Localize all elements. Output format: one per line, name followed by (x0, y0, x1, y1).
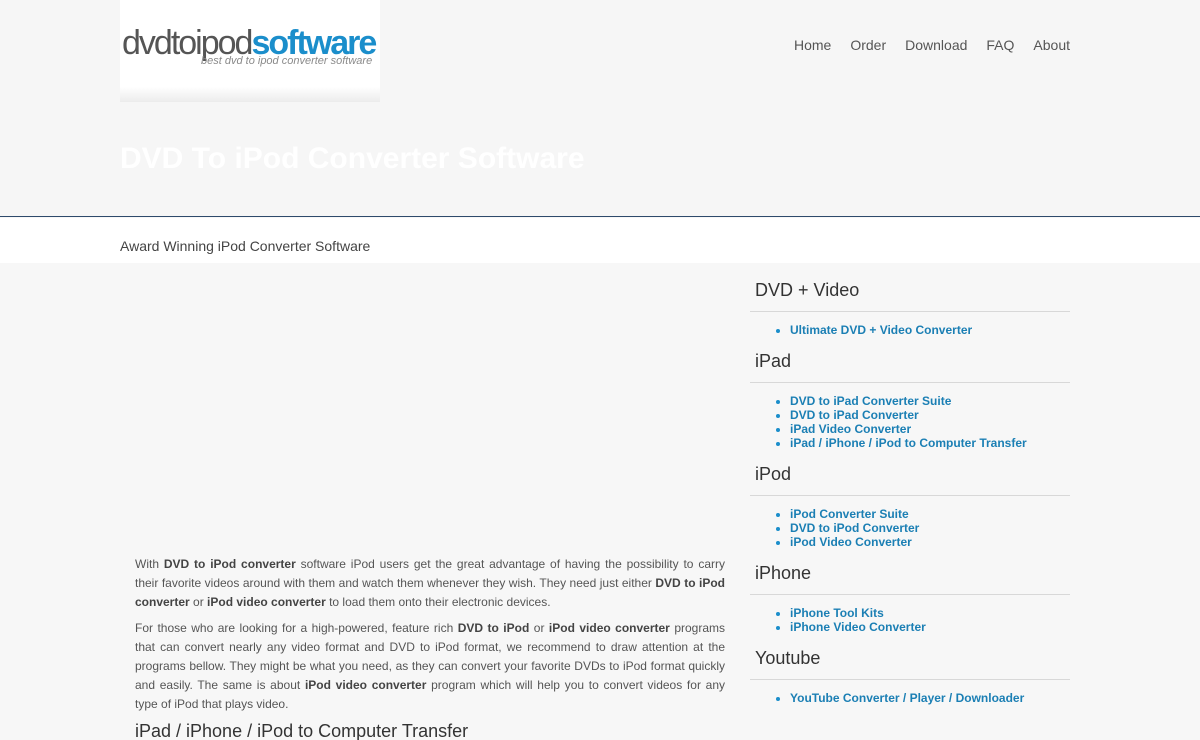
sidebar-list-item: YouTube Converter / Player / Downloader (790, 691, 1070, 705)
sidebar-list-item: Ultimate DVD + Video Converter (790, 323, 1070, 337)
intro-paragraph-2: For those who are looking for a high-pow… (135, 619, 725, 714)
sidebar-link-list: YouTube Converter / Player / Downloader (750, 680, 1070, 717)
sidebar-link[interactable]: iPad / iPhone / iPod to Computer Transfe… (790, 436, 1027, 450)
sidebar-section-title: iPod (750, 462, 1070, 496)
section-heading: iPad / iPhone / iPod to Computer Transfe… (135, 721, 469, 740)
hero-title: DVD To iPod Converter Software (120, 142, 585, 175)
nav-faq[interactable]: FAQ (986, 36, 1014, 54)
text-span: With (135, 557, 164, 571)
nav-home[interactable]: Home (794, 36, 831, 54)
site-logo[interactable]: dvdtoipodsoftware best dvd to ipod conve… (120, 0, 380, 102)
sidebar-link[interactable]: DVD to iPad Converter (790, 408, 919, 422)
sidebar-list-item: iPod Video Converter (790, 535, 1070, 549)
logo-tagline: best dvd to ipod converter software (201, 55, 373, 67)
bold-keyword: DVD to iPod converter (163, 557, 296, 571)
sidebar-list-item: iPad Video Converter (790, 422, 1070, 436)
sidebar-link-list: Ultimate DVD + Video Converter (750, 312, 1070, 349)
sidebar-link[interactable]: iPod Converter Suite (790, 507, 909, 521)
text-span: For those who are looking for a high-pow… (135, 621, 458, 635)
sidebar-link[interactable]: DVD to iPad Converter Suite (790, 394, 951, 408)
text-span: or (189, 595, 208, 609)
sidebar-section-youtube: Youtube YouTube Converter / Player / Dow… (750, 646, 1070, 717)
sidebar-link[interactable]: iPod Video Converter (790, 535, 912, 549)
sidebar-list-item: iPhone Tool Kits (790, 606, 1070, 620)
sidebar-section-dvd-video: DVD + Video Ultimate DVD + Video Convert… (750, 278, 1070, 349)
sidebar-section-title: iPad (750, 349, 1070, 383)
bold-keyword: iPod video converter (207, 595, 326, 609)
sidebar-list-item: iPad / iPhone / iPod to Computer Transfe… (790, 436, 1070, 450)
nav-order[interactable]: Order (850, 36, 886, 54)
sidebar-link-list: iPod Converter Suite DVD to iPod Convert… (750, 496, 1070, 561)
main-nav: Home Order Download FAQ About (775, 36, 1070, 54)
sidebar-section-ipod: iPod iPod Converter Suite DVD to iPod Co… (750, 462, 1070, 561)
sidebar-link[interactable]: iPad Video Converter (790, 422, 911, 436)
sidebar-list-item: iPod Converter Suite (790, 507, 1070, 521)
nav-about[interactable]: About (1033, 36, 1070, 54)
bold-keyword: iPod video converter (304, 678, 427, 692)
sidebar-section-title: DVD + Video (750, 278, 1070, 312)
tagline-text: Award Winning iPod Converter Software (120, 238, 371, 254)
sidebar-link[interactable]: iPhone Tool Kits (790, 606, 884, 620)
sidebar-section-title: iPhone (750, 561, 1070, 595)
sidebar-link[interactable]: YouTube Converter / Player / Downloader (790, 691, 1024, 705)
sidebar-list-item: DVD to iPad Converter Suite (790, 394, 1070, 408)
sidebar: DVD + Video Ultimate DVD + Video Convert… (750, 278, 1070, 717)
sidebar-list-item: DVD to iPad Converter (790, 408, 1070, 422)
sidebar-link-list: DVD to iPad Converter Suite DVD to iPad … (750, 383, 1070, 462)
sidebar-section-iphone: iPhone iPhone Tool Kits iPhone Video Con… (750, 561, 1070, 646)
sidebar-list-item: DVD to iPod Converter (790, 521, 1070, 535)
sidebar-section-title: Youtube (750, 646, 1070, 680)
bold-keyword: DVD to iPod (457, 621, 530, 635)
site-header: dvdtoipodsoftware best dvd to ipod conve… (0, 0, 1200, 217)
intro-paragraph-1: With DVD to iPod converter software iPod… (135, 555, 725, 612)
sidebar-link-list: iPhone Tool Kits iPhone Video Converter (750, 595, 1070, 646)
sidebar-link[interactable]: Ultimate DVD + Video Converter (790, 323, 972, 337)
sidebar-link[interactable]: DVD to iPod Converter (790, 521, 919, 535)
sidebar-link[interactable]: iPhone Video Converter (790, 620, 926, 634)
bold-keyword: iPod video converter (548, 621, 670, 635)
text-span: to load them onto their electronic devic… (325, 595, 551, 609)
sidebar-section-ipad: iPad DVD to iPad Converter Suite DVD to … (750, 349, 1070, 462)
main-content: With DVD to iPod converter software iPod… (135, 555, 725, 740)
sidebar-list-item: iPhone Video Converter (790, 620, 1070, 634)
nav-download[interactable]: Download (905, 36, 967, 54)
tagline-bar: Award Winning iPod Converter Software (0, 218, 1200, 263)
text-span: or (529, 621, 549, 635)
